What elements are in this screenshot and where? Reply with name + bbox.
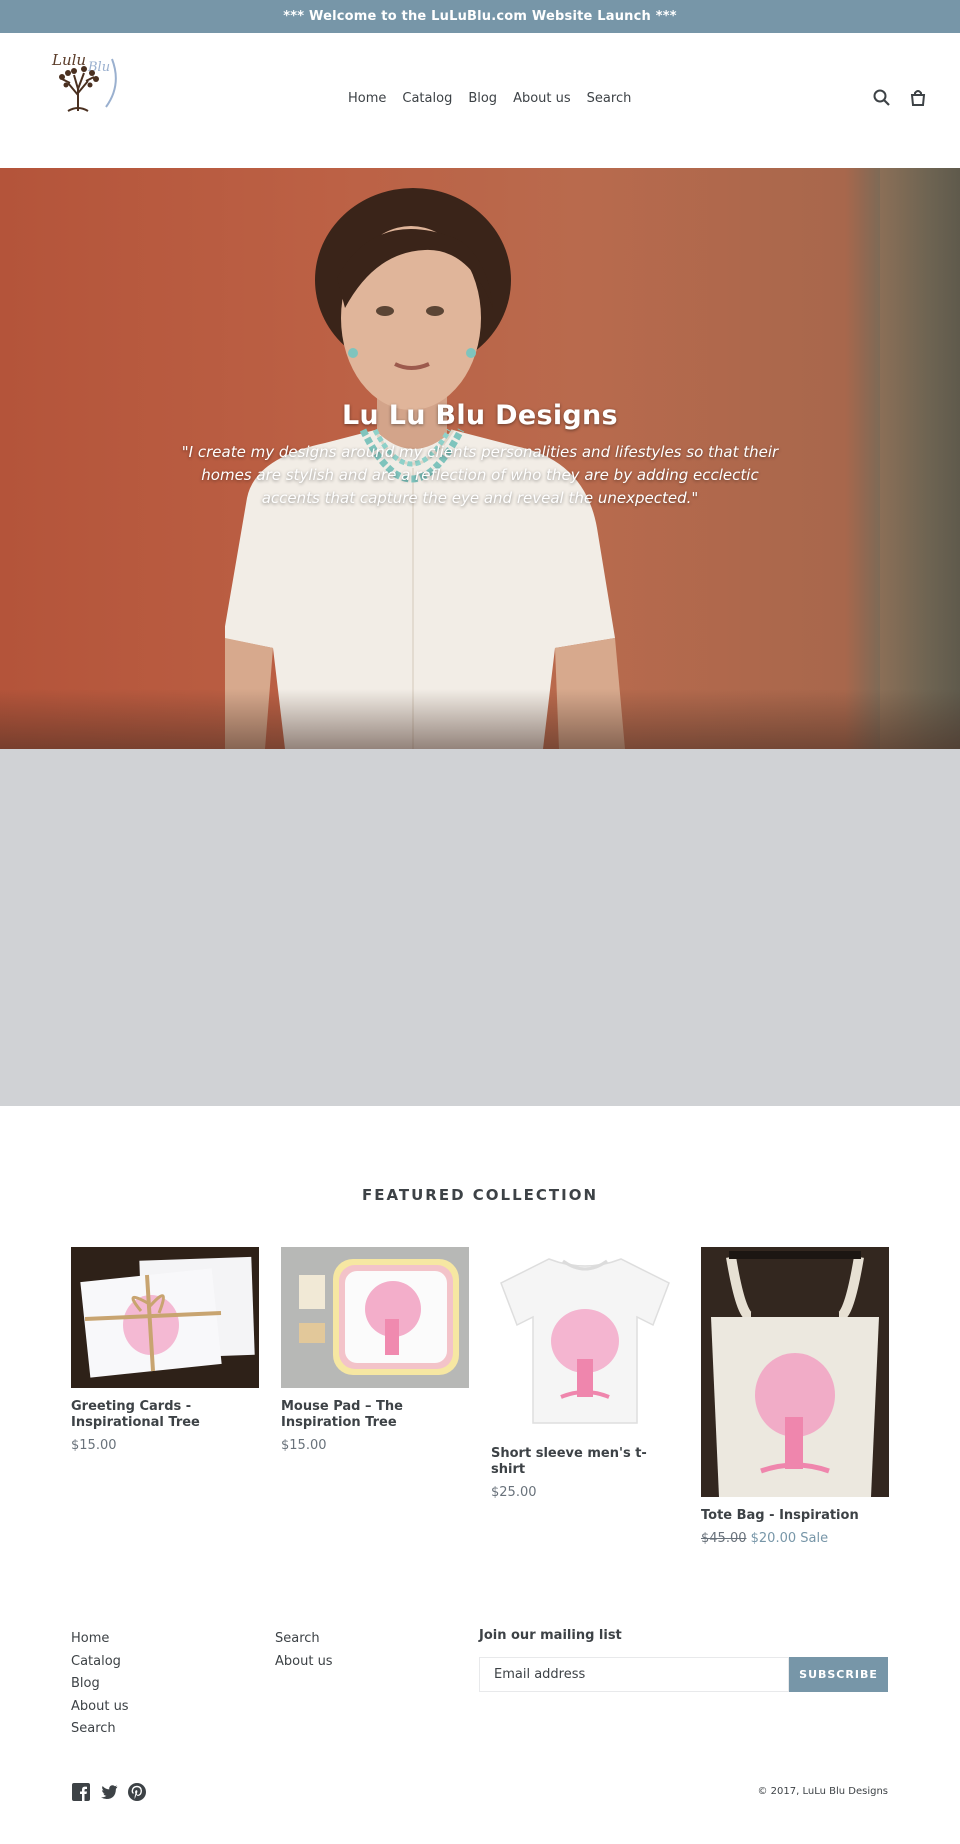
product-name[interactable]: Greeting Cards - Inspirational Tree: [71, 1399, 259, 1431]
product-image[interactable]: [491, 1247, 679, 1435]
email-field[interactable]: [479, 1657, 789, 1692]
site-header: Lulu Blu Home Catalog Blog About us Sear…: [0, 33, 960, 168]
tree-logo-icon: Lulu Blu: [51, 51, 117, 112]
product-name[interactable]: Tote Bag - Inspiration: [701, 1508, 889, 1524]
header-icons: [872, 88, 928, 108]
announcement-bar: *** Welcome to the LuLuBlu.com Website L…: [0, 0, 960, 33]
sale-price: $20.00: [750, 1531, 797, 1546]
hero-title: Lu Lu Blu Designs: [342, 400, 618, 431]
twitter-icon[interactable]: [100, 1783, 118, 1801]
svg-text:Lulu: Lulu: [51, 51, 86, 69]
product-image[interactable]: [701, 1247, 889, 1497]
product-name[interactable]: Short sleeve men's t-shirt: [491, 1446, 679, 1478]
main-nav: Home Catalog Blog About us Search: [340, 91, 639, 106]
nav-about-us[interactable]: About us: [505, 91, 579, 106]
footer-menu-1: Home Catalog Blog About us Search: [71, 1628, 129, 1741]
product-image[interactable]: [71, 1247, 259, 1388]
nav-search[interactable]: Search: [579, 91, 640, 106]
announcement-text: *** Welcome to the LuLuBlu.com Website L…: [283, 9, 677, 24]
footer-link-blog[interactable]: Blog: [71, 1673, 129, 1696]
site-logo[interactable]: Lulu Blu: [48, 45, 122, 115]
cart-icon[interactable]: [908, 88, 928, 108]
mailing-list-form: SUBSCRIBE: [479, 1657, 888, 1692]
mailing-list-title: Join our mailing list: [479, 1628, 622, 1643]
footer-link-home[interactable]: Home: [71, 1628, 129, 1651]
subscribe-button[interactable]: SUBSCRIBE: [789, 1657, 888, 1692]
placeholder-band: [0, 749, 960, 1106]
original-price: $45.00: [701, 1531, 747, 1546]
product-card[interactable]: Mouse Pad – The Inspiration Tree $15.00: [281, 1247, 469, 1453]
footer-link-about-us[interactable]: About us: [71, 1696, 129, 1719]
hero-text: Lu Lu Blu Designs "I create my designs a…: [0, 400, 960, 510]
featured-collection-title: FEATURED COLLECTION: [361, 1186, 599, 1204]
sale-badge: Sale: [800, 1531, 829, 1546]
nav-blog[interactable]: Blog: [460, 91, 505, 106]
footer-menu-2: Search About us: [275, 1628, 333, 1673]
nav-catalog[interactable]: Catalog: [394, 91, 460, 106]
product-image[interactable]: [281, 1247, 469, 1388]
footer-link-search[interactable]: Search: [71, 1718, 129, 1741]
product-price: $45.00 $20.00 Sale: [701, 1531, 889, 1546]
footer-link-about-us[interactable]: About us: [275, 1651, 333, 1674]
hero-banner: Lu Lu Blu Designs "I create my designs a…: [0, 168, 960, 749]
copyright-text: © 2017, LuLu Blu Designs: [757, 1786, 888, 1797]
search-icon[interactable]: [872, 88, 892, 108]
footer-link-search[interactable]: Search: [275, 1628, 333, 1651]
facebook-icon[interactable]: [72, 1783, 90, 1801]
pinterest-icon[interactable]: [128, 1783, 146, 1801]
product-card[interactable]: Tote Bag - Inspiration $45.00 $20.00 Sal…: [701, 1247, 889, 1546]
product-card[interactable]: Short sleeve men's t-shirt $25.00: [491, 1247, 679, 1500]
hero-quote: "I create my designs around my clients p…: [181, 443, 779, 507]
footer-link-catalog[interactable]: Catalog: [71, 1651, 129, 1674]
nav-home[interactable]: Home: [340, 91, 394, 106]
product-price: $25.00: [491, 1485, 537, 1500]
product-price: $15.00: [281, 1438, 327, 1453]
product-name[interactable]: Mouse Pad – The Inspiration Tree: [281, 1399, 469, 1431]
product-price: $15.00: [71, 1438, 117, 1453]
social-links: [72, 1783, 146, 1801]
product-card[interactable]: Greeting Cards - Inspirational Tree $15.…: [71, 1247, 259, 1453]
